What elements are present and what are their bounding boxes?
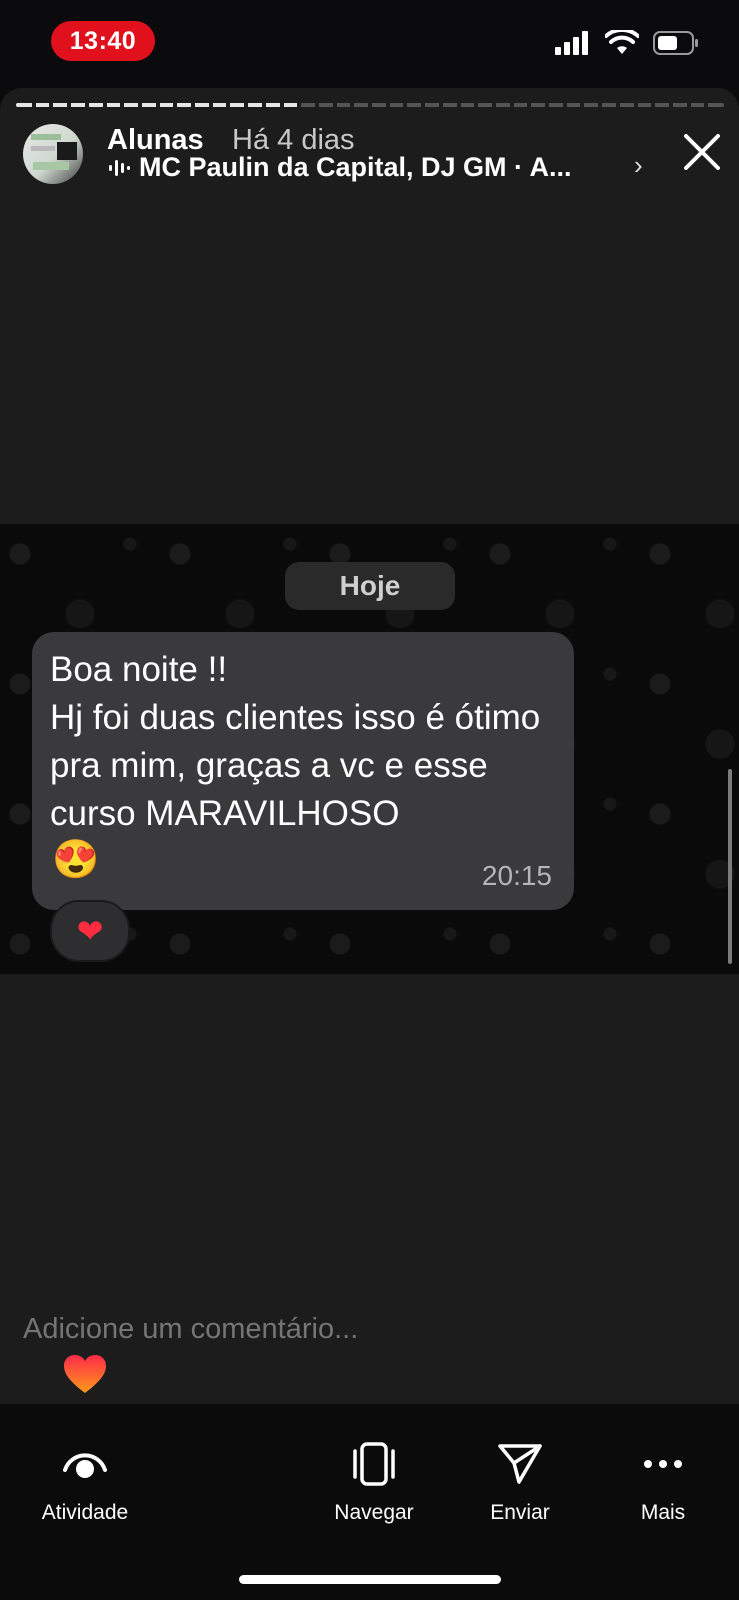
progress-segment-gap [173, 103, 178, 107]
heart-icon[interactable] [62, 1353, 108, 1395]
progress-segment-gap [31, 103, 36, 107]
message-time: 20:15 [481, 860, 552, 891]
progress-segment-gap [598, 103, 603, 107]
chevron-right-icon[interactable]: › [634, 150, 643, 181]
progress-segment-gap [226, 103, 231, 107]
message-text: Boa noite !! Hj foi duas clientes isso é… [50, 650, 541, 833]
progress-segment-gap [368, 103, 372, 107]
progress-segment-gap [456, 103, 461, 107]
heart-eyes-emoji: 😍 [52, 839, 100, 881]
status-time: 13:40 [51, 21, 155, 61]
progress-segment-gap [191, 103, 195, 107]
progress-segment-gap [279, 103, 284, 107]
progress-segment-gap [438, 103, 443, 107]
phone-frame-icon [353, 1442, 395, 1486]
nav-navegar[interactable]: Navegar [309, 1440, 439, 1525]
progress-segment-gap [102, 103, 107, 107]
progress-segment-gap [580, 103, 585, 107]
progress-segment-gap [651, 103, 656, 107]
story-progress-bar [16, 103, 724, 107]
chat-screenshot: Hoje Boa noite !! Hj foi duas clientes i… [0, 524, 739, 974]
progress-segment-gap [67, 103, 72, 107]
nav-enviar-label: Enviar [490, 1501, 550, 1524]
progress-segment-gap [421, 103, 426, 107]
comment-input[interactable] [23, 1313, 623, 1346]
progress-segment-gap [385, 103, 390, 107]
send-icon [498, 1444, 542, 1484]
progress-segment-gap [84, 103, 89, 107]
progress-segment-gap [137, 103, 142, 107]
nav-atividade[interactable]: Atividade [20, 1440, 150, 1525]
music-attribution[interactable]: MC Paulin da Capital, DJ GM · A... [107, 152, 647, 183]
progress-segment-gap [509, 103, 514, 107]
progress-segment-gap [403, 103, 408, 107]
progress-segment-gap [208, 103, 213, 107]
status-bar: 13:40 [0, 0, 739, 88]
progress-segment-gap [527, 103, 532, 107]
progress-segment-gap [49, 103, 54, 107]
eye-icon [63, 1453, 107, 1478]
progress-segment-gap [615, 103, 620, 107]
progress-segment-gap [155, 103, 160, 107]
story-viewer[interactable]: Alunas Há 4 dias MC Paulin da Capital, D… [0, 88, 739, 1404]
progress-segment-gap [261, 103, 266, 107]
audio-bars-icon [109, 159, 130, 176]
nav-navegar-label: Navegar [334, 1501, 414, 1524]
progress-segment-gap [350, 103, 355, 107]
progress-segment-gap [686, 103, 691, 107]
date-chip: Hoje [285, 562, 455, 610]
nav-mais[interactable]: Mais [598, 1440, 728, 1525]
signal-icon [555, 31, 588, 55]
nav-atividade-label: Atividade [41, 1501, 129, 1524]
close-icon[interactable] [680, 130, 724, 174]
bottom-nav: Atividade Navegar Enviar Mais [0, 1404, 739, 1600]
reaction-heart-icon: ❤ [50, 900, 130, 962]
progress-segment-gap [545, 103, 549, 107]
nav-enviar[interactable]: Enviar [455, 1440, 585, 1525]
wifi-icon [605, 30, 639, 54]
avatar[interactable] [23, 124, 83, 184]
progress-segment-gap [668, 103, 673, 107]
nav-mais-label: Mais [640, 1501, 686, 1524]
progress-segment-gap [474, 103, 479, 107]
progress-segment-gap [633, 103, 638, 107]
progress-segment-gap [562, 103, 567, 107]
progress-segment-gap [120, 103, 125, 107]
battery-icon [653, 31, 698, 55]
progress-segment-gap [314, 103, 319, 107]
more-icon [644, 1460, 682, 1468]
music-label: MC Paulin da Capital, DJ GM · A... [139, 152, 572, 182]
message-bubble: Boa noite !! Hj foi duas clientes isso é… [32, 632, 574, 910]
progress-segment-gap [297, 103, 302, 107]
progress-segment-gap [491, 103, 496, 107]
chat-scrollbar [728, 769, 732, 964]
home-indicator[interactable] [239, 1575, 501, 1584]
progress-segment-gap [244, 103, 249, 107]
progress-segment-gap [332, 103, 337, 107]
progress-segment-gap [704, 103, 709, 107]
